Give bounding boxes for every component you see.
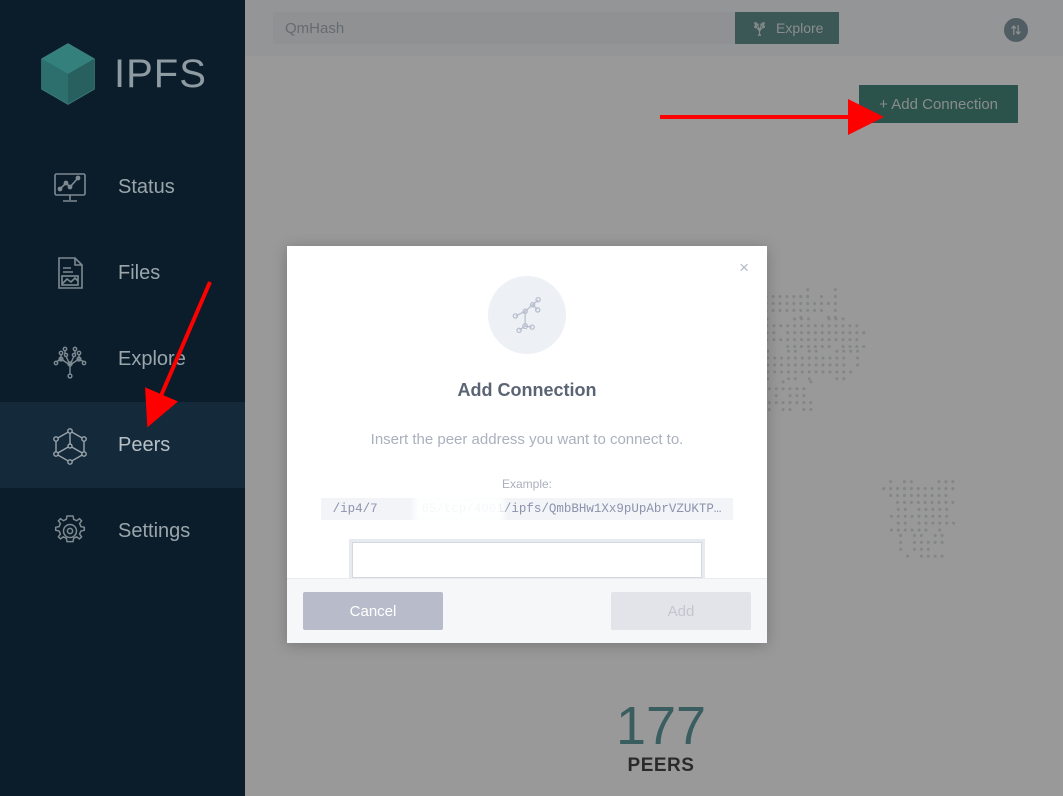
- example-label: Example:: [501, 477, 553, 491]
- add-connection-modal: × Add Connection Insert the peer address…: [287, 246, 767, 643]
- brand-name: IPFS: [114, 51, 207, 96]
- peer-network-graph-icon: [488, 276, 566, 354]
- cube-nodes-icon: [48, 423, 92, 467]
- example-multiaddr: /ip4/7 65/tcp/4001/ipfs/QmbBHw1Xx9pUpAbr…: [321, 498, 733, 520]
- peer-address-input[interactable]: [349, 539, 705, 581]
- sidebar-nav: Status Files Explore Peers Settings: [0, 144, 245, 574]
- sidebar-item-label: Peers: [118, 433, 171, 456]
- modal-footer: Cancel Add: [287, 578, 767, 643]
- sidebar-item-label: Files: [118, 261, 161, 284]
- merkle-tree-icon: [48, 337, 92, 381]
- sidebar-item-label: Explore: [118, 347, 186, 370]
- brand-logo: IPFS: [0, 0, 245, 120]
- gear-icon: [48, 509, 92, 553]
- ipfs-cube-icon: [38, 42, 98, 106]
- sidebar-item-label: Status: [118, 175, 175, 198]
- sidebar-item-label: Settings: [118, 519, 191, 542]
- add-button[interactable]: Add: [611, 592, 751, 630]
- sidebar-item-files[interactable]: Files: [0, 230, 245, 316]
- sidebar-item-peers[interactable]: Peers: [0, 402, 245, 488]
- close-icon[interactable]: ×: [735, 255, 753, 280]
- modal-title: Add Connection: [457, 380, 597, 400]
- example-multiaddr-text: /ip4/7 65/tcp/4001/ipfs/QmbBHw1Xx9pUpAbr…: [332, 502, 722, 516]
- sidebar: IPFS Status Files Explore Peers Settings: [0, 0, 245, 796]
- modal-body: Add Connection Insert the peer address y…: [287, 246, 767, 581]
- sidebar-item-explore[interactable]: Explore: [0, 316, 245, 402]
- app-root: IPFS Status Files Explore Peers Settings…: [0, 0, 1063, 796]
- file-document-icon: [48, 251, 92, 295]
- status-chart-icon: [48, 165, 92, 209]
- sidebar-item-status[interactable]: Status: [0, 144, 245, 230]
- redaction-blur-overlay: [414, 498, 504, 520]
- modal-description: Insert the peer address you want to conn…: [370, 431, 684, 448]
- cancel-button[interactable]: Cancel: [303, 592, 443, 630]
- sidebar-item-settings[interactable]: Settings: [0, 488, 245, 574]
